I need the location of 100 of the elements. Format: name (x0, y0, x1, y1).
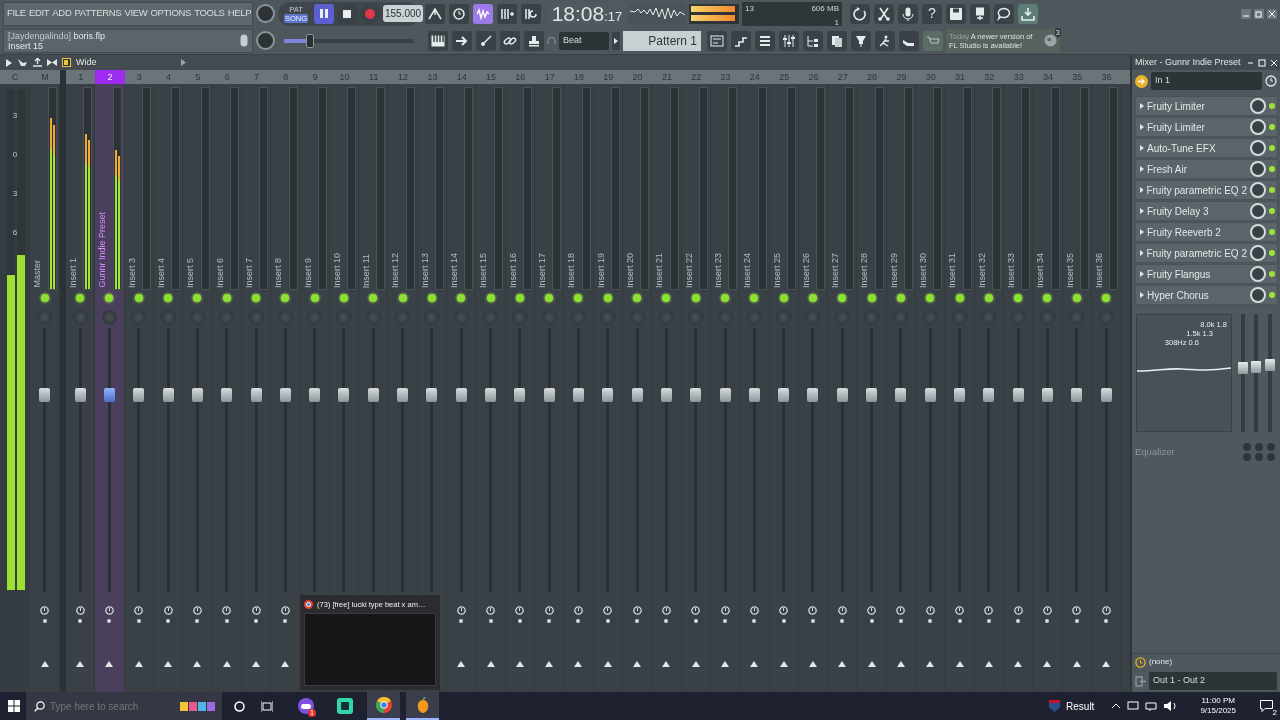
dial-icon[interactable] (40, 605, 49, 615)
route-arrow-icon[interactable] (40, 661, 49, 667)
enable-led[interactable] (105, 294, 114, 302)
menu-item[interactable]: HELP (227, 6, 252, 21)
volume-fader[interactable] (279, 388, 291, 402)
dial-icon[interactable] (867, 605, 877, 615)
windows-start-icon[interactable] (8, 700, 20, 712)
channel-number[interactable]: 10 (329, 70, 360, 84)
toolbar-button[interactable] (1018, 3, 1038, 24)
volume-fader[interactable] (895, 388, 907, 402)
volume-fader[interactable] (103, 388, 115, 402)
effect-slot[interactable]: Fruity Limiter (1135, 96, 1278, 116)
route-arrow-icon[interactable] (515, 661, 524, 667)
taskbar-app[interactable] (367, 692, 400, 720)
channel-number[interactable]: 35 (1062, 70, 1092, 84)
volume-fader[interactable] (836, 388, 848, 402)
toolbar-button[interactable] (428, 30, 448, 51)
channel-number[interactable]: 2 (95, 70, 125, 84)
route-arrow-icon[interactable] (222, 661, 231, 667)
tempo-display[interactable]: 155.000 (383, 5, 424, 22)
view-mode-text[interactable]: Wide (76, 55, 176, 70)
menu-item[interactable]: OPTIONS (150, 6, 192, 21)
route-arrow-icon[interactable] (574, 661, 583, 667)
channel-number[interactable]: 32 (974, 70, 1004, 84)
dial-icon[interactable] (163, 605, 173, 615)
route-arrow-icon[interactable] (603, 661, 612, 667)
route-arrow-icon[interactable] (164, 661, 173, 667)
volume-fader[interactable] (954, 388, 966, 402)
route-arrow-icon[interactable] (281, 661, 290, 667)
play-small-icon[interactable] (6, 58, 12, 67)
channel-number[interactable]: 36 (1091, 70, 1122, 84)
enable-led[interactable] (427, 294, 436, 302)
route-arrow-icon[interactable] (545, 661, 554, 667)
dial-icon[interactable] (691, 605, 701, 615)
effect-slot[interactable]: Auto-Tune EFX (1135, 138, 1278, 158)
dial-icon[interactable] (280, 605, 290, 615)
channel-number[interactable]: 29 (886, 70, 917, 84)
volume-fader[interactable] (133, 388, 145, 402)
route-arrow-icon[interactable] (867, 661, 876, 667)
mix-knob[interactable] (1250, 182, 1266, 198)
volume-fader[interactable] (162, 388, 174, 402)
volume-fader[interactable] (660, 388, 672, 402)
enable-led[interactable] (955, 294, 964, 302)
slider-thumb[interactable] (306, 33, 314, 48)
route-arrow-icon[interactable] (1072, 661, 1081, 667)
enable-led[interactable] (515, 294, 524, 302)
channel-number[interactable]: 4 (153, 70, 184, 84)
enable-led[interactable] (838, 294, 847, 302)
route-arrow-icon[interactable] (662, 661, 671, 667)
enable-led[interactable] (486, 294, 495, 302)
pattern-selector[interactable]: Pattern 1 (623, 30, 701, 51)
route-arrow-icon[interactable] (193, 661, 202, 667)
eq-slider[interactable] (1240, 314, 1245, 432)
dial-icon[interactable] (896, 605, 906, 615)
dial-icon[interactable] (984, 605, 994, 615)
dial-icon[interactable] (1072, 605, 1082, 615)
expand-arrow-icon[interactable] (1140, 208, 1144, 214)
route-arrow-icon[interactable] (808, 661, 817, 667)
enable-led[interactable] (867, 294, 876, 302)
effect-led[interactable] (1269, 271, 1275, 277)
enable-led[interactable] (369, 294, 378, 302)
dial-icon[interactable] (486, 605, 496, 615)
channel-number[interactable]: 17 (535, 70, 565, 84)
enable-led[interactable] (779, 294, 788, 302)
dial-icon[interactable] (222, 605, 232, 615)
channel-number[interactable]: 1 (66, 70, 96, 84)
send-select[interactable]: (none) (1149, 656, 1277, 668)
mixer-strip[interactable]: Gunnr Indie Preset (95, 84, 125, 692)
menu-item[interactable]: ADD (52, 6, 72, 21)
toolbar-button[interactable] (994, 3, 1014, 24)
clock-date[interactable]: 9/15/2025 (1200, 706, 1236, 716)
volume-fader[interactable] (1041, 388, 1053, 402)
channel-number[interactable]: 18 (564, 70, 594, 84)
route-arrow-icon[interactable] (896, 661, 905, 667)
effect-led[interactable] (1269, 292, 1275, 298)
mix-knob[interactable] (1250, 161, 1266, 177)
toolbar-button[interactable] (521, 3, 541, 24)
expand-arrow-icon[interactable] (1140, 271, 1144, 277)
volume-fader[interactable] (250, 388, 262, 402)
effect-slot[interactable]: Fruity Limiter (1135, 117, 1278, 137)
volume-fader[interactable] (1071, 388, 1083, 402)
effect-slot[interactable]: Fruity Reeverb 2 (1135, 222, 1278, 242)
expand-arrow-icon[interactable] (1140, 124, 1144, 130)
enable-led[interactable] (984, 294, 993, 302)
mix-knob[interactable] (1250, 140, 1266, 156)
effect-led[interactable] (1269, 187, 1275, 193)
help-button[interactable]: ? (922, 3, 942, 24)
dial-icon[interactable] (779, 605, 789, 615)
minimize-icon[interactable] (1241, 8, 1251, 19)
route-arrow-icon[interactable] (76, 661, 85, 667)
channel-number[interactable]: 14 (447, 70, 477, 84)
play-pause-button[interactable] (314, 3, 334, 24)
dial-icon[interactable] (720, 605, 730, 615)
volume-fader[interactable] (602, 388, 614, 402)
route-arrow-icon[interactable] (955, 661, 964, 667)
channel-select[interactable]: Beat (559, 31, 609, 50)
enable-led[interactable] (896, 294, 905, 302)
volume-fader[interactable] (455, 388, 467, 402)
enable-led[interactable] (750, 294, 759, 302)
volume-fader[interactable] (866, 388, 878, 402)
